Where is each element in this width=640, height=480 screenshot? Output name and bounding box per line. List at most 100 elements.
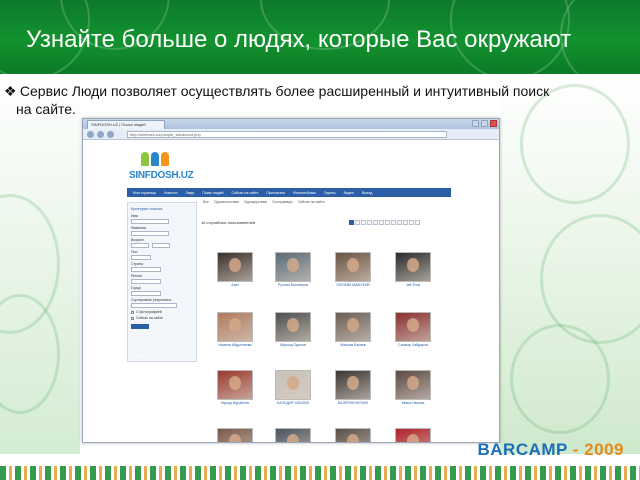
menu-item[interactable]: Новости: [161, 191, 181, 195]
person-card[interactable]: Санжар Хайдаров: [391, 312, 435, 356]
photo-checkbox-label: С фотографией: [136, 310, 162, 314]
site-logo[interactable]: SINFDOSH.UZ: [127, 150, 194, 186]
person-card[interactable]: [213, 428, 257, 442]
page-button[interactable]: [397, 220, 402, 225]
region-select[interactable]: [131, 279, 161, 284]
online-checkbox[interactable]: [131, 316, 134, 320]
person-photo[interactable]: [335, 428, 371, 442]
page-button[interactable]: [361, 220, 366, 225]
photo-checkbox[interactable]: [131, 310, 134, 314]
person-name[interactable]: Миша Иванов: [391, 401, 435, 405]
city-select[interactable]: [131, 291, 161, 296]
person-card[interactable]: Миша Иванов: [391, 370, 435, 414]
left-ornament: [0, 74, 80, 454]
submenu-item[interactable]: Одноклассники: [214, 200, 239, 204]
menu-item[interactable]: Видео: [341, 191, 357, 195]
maximize-icon[interactable]: [481, 120, 488, 127]
submenu-item[interactable]: Все: [203, 200, 209, 204]
browser-tab[interactable]: SINFDOSH.UZ | Поиск людей: [87, 120, 165, 129]
menu-item[interactable]: Моя страница: [130, 191, 159, 195]
menu-item[interactable]: Сейчас на сайте: [228, 191, 261, 195]
person-photo[interactable]: [335, 370, 371, 400]
person-card[interactable]: Рустам Бахтиёров: [271, 252, 315, 296]
back-icon[interactable]: [87, 131, 94, 138]
person-photo[interactable]: [217, 252, 253, 282]
person-name[interactable]: Санжар Хайдаров: [391, 343, 435, 347]
person-photo[interactable]: [395, 312, 431, 342]
url-field[interactable]: http://sinfdosh.uz/people_advanced.php: [127, 131, 447, 138]
menu-item[interactable]: Пригласить: [263, 191, 288, 195]
menu-item[interactable]: Фотоальбомы: [290, 191, 319, 195]
age-to-select[interactable]: [152, 243, 170, 248]
person-card[interactable]: ВАЛЕРИЙ МУХИН: [331, 370, 375, 414]
sort-select[interactable]: [131, 303, 177, 308]
person-name[interactable]: Шерзод Одилов: [271, 343, 315, 347]
person-photo[interactable]: [217, 428, 253, 442]
close-icon[interactable]: [490, 120, 497, 127]
person-face-icon: [347, 258, 359, 272]
person-card[interactable]: Шерзод Одилов: [271, 312, 315, 356]
minimize-icon[interactable]: [472, 120, 479, 127]
person-photo[interactable]: [395, 370, 431, 400]
page-button[interactable]: [379, 220, 384, 225]
person-photo[interactable]: [217, 312, 253, 342]
submenu-item[interactable]: Сослуживцы: [272, 200, 293, 204]
person-photo[interactable]: [217, 370, 253, 400]
submenu-item[interactable]: Сейчас на сайте: [298, 200, 325, 204]
person-card[interactable]: Камила Абдуллаева: [213, 312, 257, 356]
person-face-icon: [287, 376, 299, 390]
person-name[interactable]: Максим Бакаев: [331, 343, 375, 347]
person-card[interactable]: Азиз: [213, 252, 257, 296]
person-face-icon: [407, 434, 419, 442]
menu-item[interactable]: Поиск людей: [199, 191, 226, 195]
person-name[interactable]: Jeff Zhuk: [391, 283, 435, 287]
age-from-select[interactable]: [131, 243, 149, 248]
gender-select[interactable]: [131, 255, 151, 260]
first-name-input[interactable]: [131, 219, 169, 224]
search-button[interactable]: [131, 324, 149, 329]
person-card[interactable]: Максим Бакаев: [331, 312, 375, 356]
person-name[interactable]: БАХОДИР АЗИЗОВ: [271, 401, 315, 405]
person-card[interactable]: [331, 428, 375, 442]
reload-icon[interactable]: [107, 131, 114, 138]
person-photo[interactable]: [275, 428, 311, 442]
menu-item[interactable]: Выход: [359, 191, 375, 195]
person-card[interactable]: БАХОДИР АЗИЗОВ: [271, 370, 315, 414]
person-photo[interactable]: [335, 312, 371, 342]
page-button[interactable]: [409, 220, 414, 225]
page-button[interactable]: [391, 220, 396, 225]
person-card[interactable]: Мурод Журабоев: [213, 370, 257, 414]
person-name[interactable]: ОЛЕЖИК МАМУКОВ: [331, 283, 375, 287]
person-name[interactable]: ВАЛЕРИЙ МУХИН: [331, 401, 375, 405]
menu-item[interactable]: Группы: [321, 191, 339, 195]
person-card[interactable]: ОЛЕЖИК МАМУКОВ: [331, 252, 375, 296]
page-button[interactable]: [373, 220, 378, 225]
page-button[interactable]: [367, 220, 372, 225]
person-photo[interactable]: [275, 312, 311, 342]
page-button[interactable]: [415, 220, 420, 225]
bullet-text: Сервис Люди позволяет осуществлять более…: [19, 83, 550, 99]
country-select[interactable]: [131, 267, 161, 272]
person-card[interactable]: [391, 428, 435, 442]
barcamp-dash: -: [567, 440, 585, 459]
person-photo[interactable]: [275, 370, 311, 400]
last-name-input[interactable]: [131, 231, 169, 236]
page-button[interactable]: [385, 220, 390, 225]
person-photo[interactable]: [275, 252, 311, 282]
person-card[interactable]: Jeff Zhuk: [391, 252, 435, 296]
submenu-item[interactable]: Однокурсники: [244, 200, 267, 204]
menu-item[interactable]: Люди: [182, 191, 197, 195]
forward-icon[interactable]: [97, 131, 104, 138]
page-button[interactable]: [349, 220, 354, 225]
page-button[interactable]: [403, 220, 408, 225]
person-photo[interactable]: [395, 428, 431, 442]
person-photo[interactable]: [335, 252, 371, 282]
page-button[interactable]: [355, 220, 360, 225]
pagination: [349, 220, 420, 225]
person-name[interactable]: Азиз: [213, 283, 257, 287]
person-photo[interactable]: [395, 252, 431, 282]
person-name[interactable]: Мурод Журабоев: [213, 401, 257, 405]
person-name[interactable]: Рустам Бахтиёров: [271, 283, 315, 287]
person-name[interactable]: Камила Абдуллаева: [213, 343, 257, 347]
person-card[interactable]: [271, 428, 315, 442]
